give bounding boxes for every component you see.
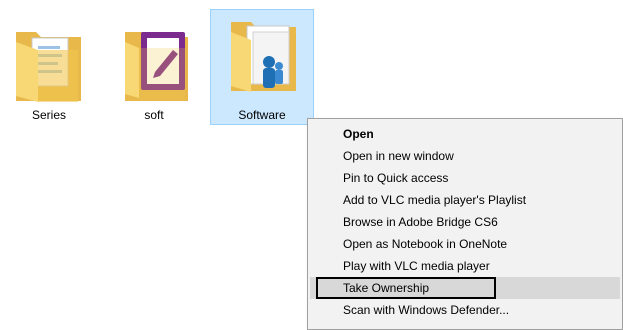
- menu-item-play-vlc[interactable]: Play with VLC media player: [310, 255, 620, 277]
- folder-with-onenote-icon: [125, 32, 188, 101]
- folder-item-soft[interactable]: soft: [102, 9, 206, 125]
- menu-item-add-vlc-playlist[interactable]: Add to VLC media player's Playlist: [310, 189, 620, 211]
- context-menu: Open Open in new window Pin to Quick acc…: [307, 118, 623, 330]
- folder-with-setup-icon: [231, 22, 296, 92]
- menu-item-take-ownership[interactable]: Take Ownership: [316, 277, 496, 299]
- menu-item-open[interactable]: Open: [310, 123, 620, 145]
- menu-item-scan-defender[interactable]: Scan with Windows Defender...: [310, 299, 620, 321]
- folder-label: Series: [31, 108, 66, 122]
- folder-item-software[interactable]: Software: [210, 9, 314, 125]
- menu-item-pin-quick-access[interactable]: Pin to Quick access: [310, 167, 620, 189]
- menu-item-open-new-window[interactable]: Open in new window: [310, 145, 620, 167]
- folder-label: Software: [238, 108, 286, 122]
- folder-item-series[interactable]: Series: [0, 9, 101, 125]
- folder-with-documents-icon: [16, 32, 81, 102]
- menu-item-browse-bridge[interactable]: Browse in Adobe Bridge CS6: [310, 211, 620, 233]
- folder-label: soft: [144, 108, 164, 122]
- menu-item-open-onenote[interactable]: Open as Notebook in OneNote: [310, 233, 620, 255]
